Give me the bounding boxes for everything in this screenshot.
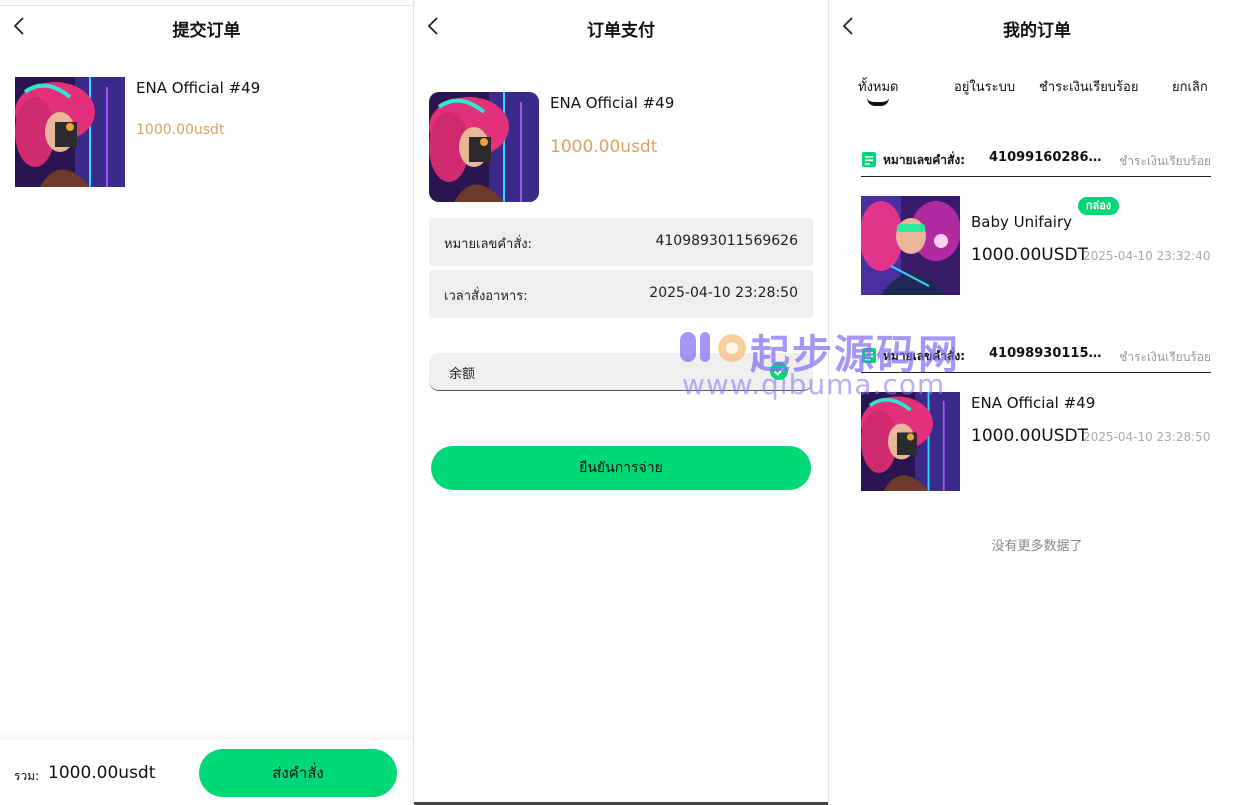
order-header: หมายเลขคำสั่ง: 410991602867... ชำระเงินเ… bbox=[861, 147, 1211, 177]
order-number-label: หมายเลขคำสั่ง: bbox=[883, 349, 965, 363]
order-status: ชำระเงินเรียบร้อย bbox=[1119, 154, 1211, 168]
order-number-value: 4109893011569626 bbox=[655, 233, 798, 249]
order-number: 410991602867... bbox=[989, 150, 1109, 165]
my-orders-screen: 我的订单 ทั้งหมด อยู่ในระบบ ชำระเงินเรียบร้อ… bbox=[829, 0, 1245, 805]
product-price: 1000.00usdt bbox=[136, 122, 225, 138]
submit-order-button[interactable]: ส่งคำสั่ง bbox=[199, 749, 397, 797]
order-item-name: ENA Official #49 bbox=[971, 394, 1096, 412]
order-item-name: Baby Unifairy bbox=[971, 213, 1072, 231]
order-item-image[interactable] bbox=[861, 392, 960, 491]
order-header: หมายเลขคำสั่ง: 410989301156... ชำระเงินเ… bbox=[861, 343, 1211, 373]
order-time-label: เวลาสั่งอาหาร: bbox=[444, 289, 528, 304]
order-list-icon bbox=[862, 152, 876, 167]
order-list-icon bbox=[862, 348, 876, 363]
order-payment-screen: 订单支付 ENA Official #49 1000.00usdt หมายเล… bbox=[414, 0, 828, 805]
product-name: ENA Official #49 bbox=[136, 79, 261, 97]
checkout-bar: รวม: 1000.00usdt ส่งคำสั่ง bbox=[0, 740, 413, 805]
check-circle-icon bbox=[770, 362, 788, 380]
order-time-row: เวลาสั่งอาหาร: 2025-04-10 23:28:50 bbox=[429, 270, 813, 318]
page-title: 订单支付 bbox=[587, 21, 655, 41]
order-item-date: 2025-04-10 23:28:50 bbox=[1083, 430, 1211, 444]
order-item-image[interactable] bbox=[861, 196, 960, 295]
submit-order-screen: 提交订单 ENA Official #49 1000.00usdt รวม: 1… bbox=[0, 0, 413, 805]
box-badge: กล่อง bbox=[1078, 197, 1119, 215]
order-item-date: 2025-04-10 23:32:40 bbox=[1083, 249, 1211, 263]
tab-in-system[interactable]: อยู่ในระบบ bbox=[954, 76, 1015, 97]
page-title: 提交订单 bbox=[172, 21, 241, 41]
product-image bbox=[15, 77, 125, 187]
order-number: 410989301156... bbox=[989, 346, 1109, 361]
order-time-value: 2025-04-10 23:28:50 bbox=[649, 285, 798, 301]
top-divider bbox=[0, 5, 413, 6]
product-image bbox=[429, 92, 539, 202]
order-status: ชำระเงินเรียบร้อย bbox=[1119, 350, 1211, 364]
balance-label: 余额 bbox=[449, 367, 476, 382]
order-number-label: หมายเลขคำสั่ง: bbox=[883, 153, 965, 167]
tab-cancelled[interactable]: ยกเลิก bbox=[1172, 76, 1208, 97]
product-price: 1000.00usdt bbox=[550, 137, 658, 157]
order-number-row: หมายเลขคำสั่ง: 4109893011569626 bbox=[429, 218, 813, 266]
page-title: 我的订单 bbox=[1003, 21, 1071, 41]
product-name: ENA Official #49 bbox=[550, 94, 675, 112]
tab-paid[interactable]: ชำระเงินเรียบร้อย bbox=[1039, 76, 1138, 97]
order-item-price: 1000.00USDT bbox=[971, 426, 1089, 446]
total-label: รวม: bbox=[14, 769, 40, 783]
active-tab-indicator bbox=[867, 98, 889, 106]
total-value: 1000.00usdt bbox=[48, 763, 156, 783]
no-more-data-text: 没有更多数据了 bbox=[991, 539, 1083, 554]
balance-payment-option[interactable]: 余额 bbox=[429, 353, 813, 391]
confirm-payment-button[interactable]: ยืนยันการจ่าย bbox=[431, 446, 811, 490]
tab-all[interactable]: ทั้งหมด bbox=[858, 76, 899, 97]
order-item-price: 1000.00USDT bbox=[971, 245, 1089, 265]
order-number-label: หมายเลขคำสั่ง: bbox=[444, 237, 533, 252]
